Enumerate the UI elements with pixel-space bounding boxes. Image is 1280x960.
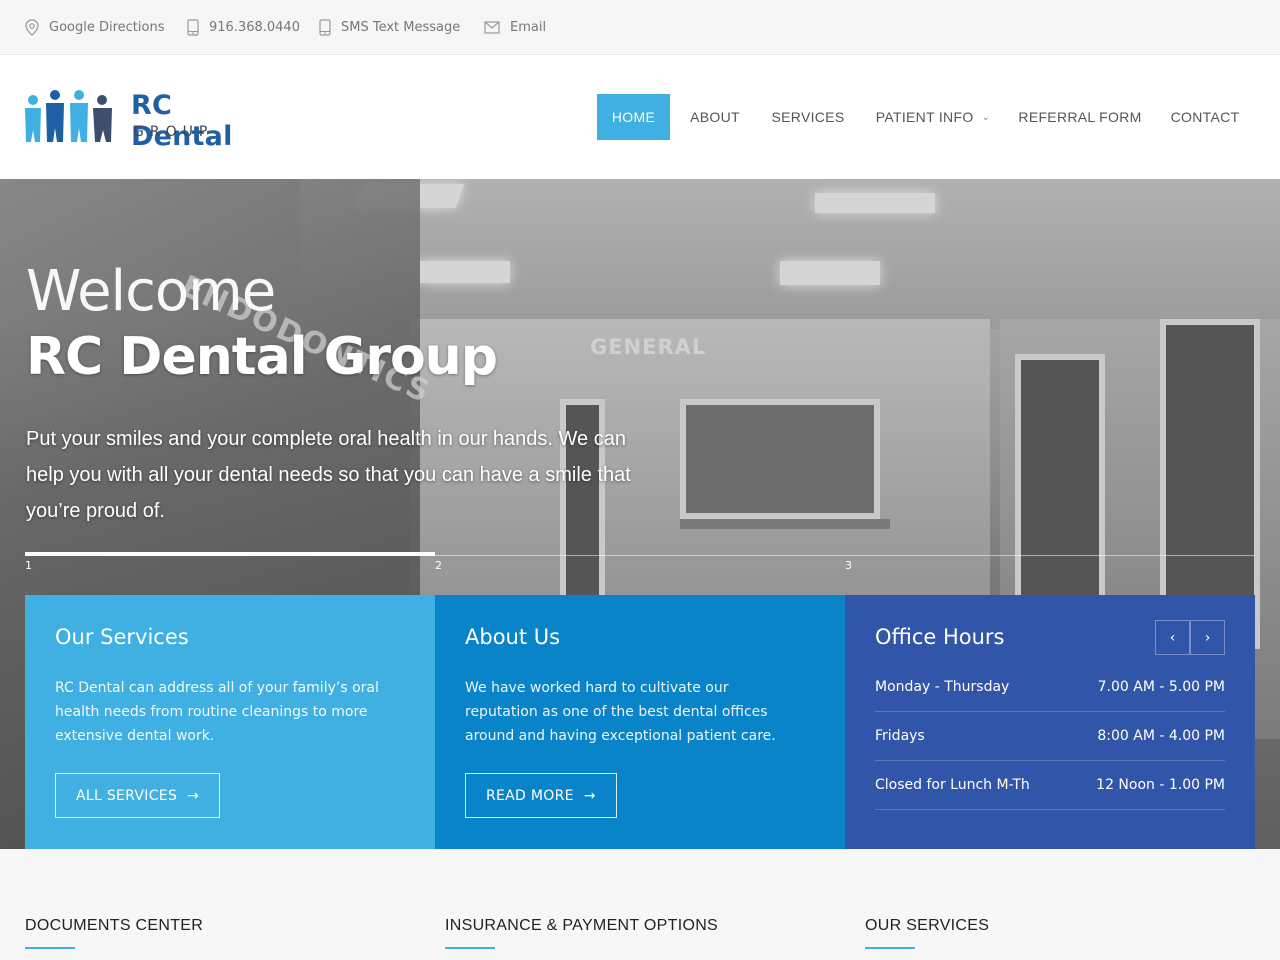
- heading-underline: [865, 947, 915, 949]
- services-box-text: RC Dental can address all of your family…: [55, 680, 379, 744]
- hero-welcome: Welcome: [26, 259, 276, 324]
- hero-text: Put your smiles and your complete oral h…: [26, 428, 631, 522]
- email-link[interactable]: Email: [484, 17, 546, 37]
- hours-carousel-controls: ‹ ›: [1155, 620, 1225, 655]
- nav-services[interactable]: SERVICES: [765, 94, 851, 140]
- directions-link[interactable]: Google Directions: [25, 17, 164, 37]
- logo-subtitle: GROUP: [133, 124, 214, 140]
- office-hours-box: Office Hours ‹ › Monday - Thursday 7.00 …: [845, 595, 1255, 849]
- hours-day: Monday - Thursday: [875, 679, 1010, 695]
- site-logo[interactable]: RC Dental GROUP: [24, 88, 274, 152]
- nav-referral-form[interactable]: REFERRAL FORM: [1013, 94, 1147, 140]
- heading-underline: [25, 947, 75, 949]
- phone-link[interactable]: 916.368.0440: [187, 17, 300, 37]
- slider-progress: [25, 552, 435, 556]
- people-logo-icon: [25, 90, 112, 142]
- chevron-down-icon: ⌄: [981, 111, 991, 123]
- email-label: Email: [510, 19, 547, 35]
- insurance-heading: INSURANCE & PAYMENT OPTIONS: [445, 917, 719, 934]
- widgets-section: DOCUMENTS CENTER INSURANCE & PAYMENT OPT…: [0, 849, 1280, 960]
- hours-time: 7.00 AM - 5.00 PM: [1097, 679, 1225, 695]
- phone-label: 916.368.0440: [209, 19, 300, 35]
- logo-name: RC Dental: [131, 90, 233, 152]
- phone-icon: [187, 18, 199, 36]
- map-pin-icon: [25, 18, 39, 36]
- chevron-left-icon[interactable]: ‹: [1155, 620, 1190, 655]
- nav-home[interactable]: HOME: [597, 94, 670, 140]
- sms-label: SMS Text Message: [341, 19, 461, 35]
- hours-time: 8:00 AM - 4.00 PM: [1097, 728, 1225, 744]
- mobile-icon: [319, 18, 331, 36]
- slide-indicator-1[interactable]: 1: [25, 559, 32, 572]
- hours-day: Closed for Lunch M-Th: [875, 777, 1030, 793]
- slide-indicator-2[interactable]: 2: [435, 559, 442, 572]
- our-services-heading: OUR SERVICES: [865, 917, 990, 934]
- about-box-text: We have worked hard to cultivate our rep…: [465, 680, 776, 744]
- utility-bar: Google Directions 916.368.0440 SMS Text …: [0, 0, 1280, 55]
- nav-about[interactable]: ABOUT: [680, 94, 750, 140]
- hero-title: RC Dental Group: [26, 327, 498, 387]
- arrow-right-icon: →: [583, 787, 596, 804]
- read-more-button[interactable]: READ MORE →: [465, 773, 617, 818]
- directions-label: Google Directions: [49, 19, 165, 35]
- all-services-button[interactable]: ALL SERVICES →: [55, 773, 221, 818]
- office-hours-title: Office Hours: [875, 625, 1005, 649]
- about-box-title: About Us: [465, 625, 561, 649]
- hours-row: Monday - Thursday 7.00 AM - 5.00 PM: [875, 663, 1225, 712]
- slide-indicator-3[interactable]: 3: [845, 559, 852, 572]
- envelope-icon: [484, 20, 500, 34]
- read-more-label: READ MORE: [486, 787, 574, 804]
- all-services-label: ALL SERVICES: [76, 787, 178, 804]
- hours-row: Fridays 8:00 AM - 4.00 PM: [875, 712, 1225, 761]
- documents-center-heading: DOCUMENTS CENTER: [25, 917, 204, 934]
- services-box-title: Our Services: [55, 625, 189, 649]
- hours-row: Closed for Lunch M-Th 12 Noon - 1.00 PM: [875, 761, 1225, 810]
- chevron-right-icon[interactable]: ›: [1190, 620, 1225, 655]
- nav-patient-info[interactable]: PATIENT INFO ⌄: [866, 94, 1000, 140]
- hours-time: 12 Noon - 1.00 PM: [1096, 777, 1225, 793]
- hours-day: Fridays: [875, 728, 925, 744]
- about-box: About Us We have worked hard to cultivat…: [435, 595, 845, 849]
- hero-slider: ENDODONTICS GENERAL Welcome RC Dental Gr…: [0, 179, 1280, 849]
- heading-underline: [445, 947, 495, 949]
- arrow-right-icon: →: [187, 787, 200, 804]
- sms-link[interactable]: SMS Text Message: [319, 17, 460, 37]
- nav-patient-info-label: PATIENT INFO: [875, 109, 974, 125]
- site-header: RC Dental GROUP HOME ABOUT SERVICES PATI…: [0, 55, 1280, 179]
- nav-contact[interactable]: CONTACT: [1160, 94, 1250, 140]
- services-box: Our Services RC Dental can address all o…: [25, 595, 435, 849]
